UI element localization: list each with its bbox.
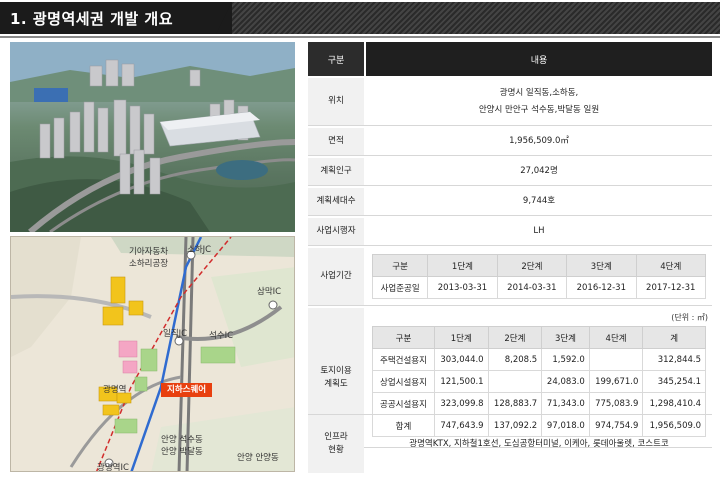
row-label: 계획인구 [308, 158, 364, 185]
landuse-cell: 345,254.1 [642, 370, 706, 393]
infra-value: 광명역KTX, 지하철1호선, 도심공항터미널, 이케아, 롯데아울렛, 코스트… [409, 438, 669, 449]
landuse-header-cell: 2단계 [487, 326, 543, 349]
row-operator: 사업시행자 LH [308, 218, 712, 246]
landuse-label-line-2: 계획도 [324, 378, 348, 389]
landuse-cell: 303,044.0 [434, 348, 489, 371]
row-households: 계획세대수 9,744호 [308, 188, 712, 216]
landuse-row: 상업시설용지 121,500.1 24,083.0 199,671.0 345,… [372, 370, 706, 393]
section-header: 1. 광명역세권 개발 개요 [0, 0, 720, 38]
period-data-row: 사업준공일 2013-03-31 2014-03-31 2016-12-31 2… [371, 276, 707, 299]
row-label: 사업기간 [308, 248, 364, 305]
row-value: 1,956,509.0㎡ [509, 136, 569, 147]
row-label: 위치 [308, 78, 364, 125]
header-divider [0, 36, 720, 38]
map-label-sohajc: 소하JC [187, 245, 212, 255]
landuse-cell: 312,844.5 [642, 348, 706, 371]
header-value-cell: 내용 [366, 42, 712, 76]
header-slant [216, 2, 232, 34]
header-stripe-band [232, 2, 720, 34]
period-header-cell: 구분 [371, 254, 429, 277]
period-cell: 사업준공일 [371, 276, 429, 299]
landuse-cell [487, 370, 543, 393]
landuse-cell: 199,671.0 [588, 370, 644, 393]
table-header-row: 구분 내용 [308, 42, 712, 76]
infra-label-line-2: 현황 [328, 445, 344, 455]
landuse-cell [588, 348, 644, 371]
row-label: 면적 [308, 128, 364, 155]
period-cell: 2014-03-31 [496, 276, 568, 299]
period-header-cell: 1단계 [427, 254, 498, 277]
overview-table: 구분 내용 위치 광명시 일직동,소하동, 안양시 만안구 석수동,박달동 일원… [308, 42, 712, 474]
landuse-cell: 1,592.0 [541, 348, 590, 371]
section-title: 1. 광명역세권 개발 개요 [10, 10, 174, 28]
row-infrastructure: 인프라 현황 광명역KTX, 지하철1호선, 도심공항터미널, 이케아, 롯데아… [308, 414, 712, 473]
map-label-anyang-bakdal: 안양 박달동 [161, 447, 203, 457]
landuse-header-cell: 3단계 [541, 326, 590, 349]
landuse-cell: 상업시설용지 [372, 370, 435, 393]
row-value: 9,744호 [522, 196, 556, 207]
landuse-header-cell: 4단계 [588, 326, 644, 349]
period-cell: 2013-03-31 [427, 276, 498, 299]
period-header-cell: 2단계 [496, 254, 568, 277]
period-header-cell: 4단계 [635, 254, 707, 277]
row-label: 사업시행자 [308, 218, 364, 245]
map-label-gwangmyeong-ic: 광명역IC [97, 463, 129, 472]
map-label-gwangmyeong-station: 광명역 [103, 385, 127, 395]
map-label-ilzikjc: 일직JC [163, 329, 188, 339]
header-label-cell: 구분 [308, 42, 364, 76]
row-value: 광명시 일직동,소하동, 안양시 만안구 석수동,박달동 일원 [366, 78, 712, 125]
row-value: LH [533, 226, 545, 237]
period-header-cell: 3단계 [566, 254, 637, 277]
aerial-rendering-illustration [10, 42, 295, 232]
location-line-1: 광명시 일직동,소하동, [499, 88, 579, 99]
row-population: 계획인구 27,042명 [308, 158, 712, 186]
period-table: 구분 1단계 2단계 3단계 4단계 사업준공일 2013-03-31 2014… [371, 254, 707, 299]
landuse-row: 주택건설용지 303,044.0 8,208.5 1,592.0 312,844… [372, 348, 706, 371]
period-cell: 2017-12-31 [635, 276, 707, 299]
map-label-anyang-anyang: 안양 안양동 [237, 453, 279, 463]
period-cell: 2016-12-31 [566, 276, 637, 299]
map-label-seoksuic: 석수IC [209, 331, 234, 341]
location-line-2: 안양시 만안구 석수동,박달동 일원 [478, 104, 600, 115]
row-area: 면적 1,956,509.0㎡ [308, 128, 712, 156]
map-label-anyang-seoksu: 안양 석수동 [161, 435, 203, 445]
unit-note: (단위 : ㎡) [671, 313, 708, 322]
location-map: 기아자동차 소하리공장 소하JC 삼막IC 일직JC 석수IC 광명역 지하스퀘… [10, 236, 295, 472]
map-label-samakic: 삼막IC [257, 287, 282, 297]
landuse-cell: 주택건설용지 [372, 348, 435, 371]
landuse-cell: 24,083.0 [541, 370, 590, 393]
landuse-header-cell: 계 [642, 326, 706, 349]
period-header-row: 구분 1단계 2단계 3단계 4단계 [371, 254, 707, 277]
row-label: 계획세대수 [308, 188, 364, 215]
landuse-cell: 121,500.1 [434, 370, 489, 393]
landuse-header-cell: 1단계 [434, 326, 489, 349]
row-label: 인프라 현황 [308, 415, 364, 473]
infra-label-line-1: 인프라 [324, 432, 348, 443]
aerial-rendering-image [10, 42, 295, 232]
row-period: 사업기간 구분 1단계 2단계 3단계 4단계 사업준공일 2013-03-31… [308, 248, 712, 306]
row-value: 27,042명 [520, 166, 558, 177]
landuse-header-cell: 구분 [372, 326, 435, 349]
landuse-cell: 8,208.5 [487, 348, 543, 371]
map-marker-site: 지하스퀘어 [161, 383, 213, 397]
row-location: 위치 광명시 일직동,소하동, 안양시 만안구 석수동,박달동 일원 [308, 78, 712, 126]
landuse-label-line-1: 토지이용 [320, 365, 352, 376]
map-label-sohari: 소하리공장 [129, 259, 169, 269]
map-illustration [11, 237, 294, 471]
landuse-header-row: 구분 1단계 2단계 3단계 4단계 계 [372, 326, 706, 349]
map-label-kia: 기아자동차 [129, 247, 169, 257]
